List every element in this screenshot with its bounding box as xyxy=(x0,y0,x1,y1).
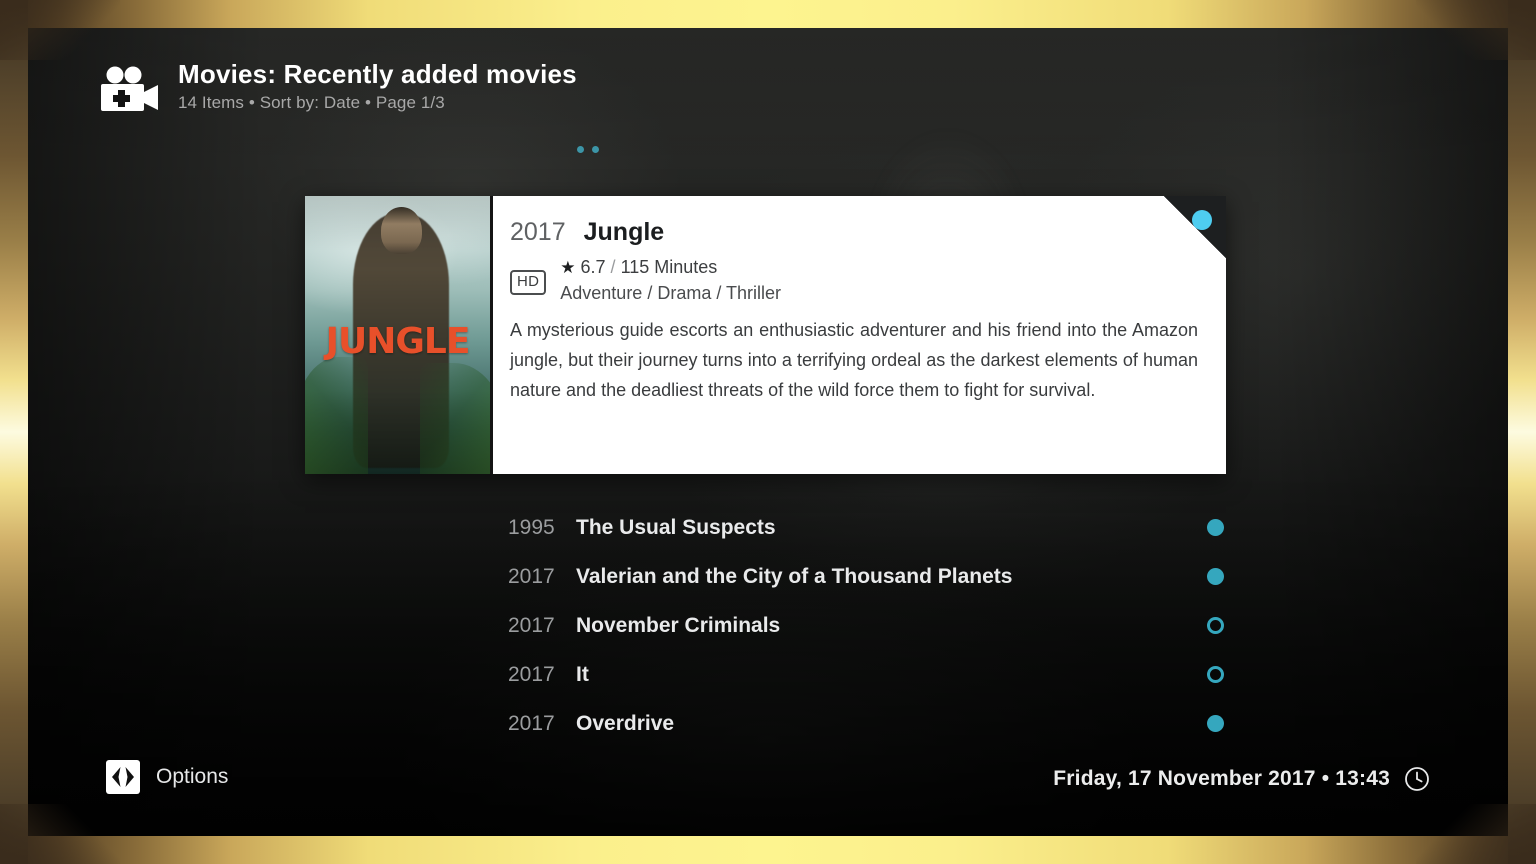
movie-genres: Adventure / Drama / Thriller xyxy=(560,283,782,303)
movie-info-panel: 2017 Jungle HD ★ 6.7 / 115 Minutes Adven… xyxy=(493,196,1226,474)
list-item[interactable]: 2017 Valerian and the City of a Thousand… xyxy=(508,552,1226,601)
watched-dot-hollow xyxy=(1206,617,1224,634)
poster-artwork: JUNGLE xyxy=(305,196,490,474)
bezel-left xyxy=(0,0,28,864)
list-item-year: 2017 xyxy=(508,662,555,686)
list-item-watched-indicator xyxy=(1204,568,1226,585)
app-viewport: Movies: Recently added movies 14 Items •… xyxy=(28,28,1508,836)
list-item[interactable]: 1995 The Usual Suspects xyxy=(508,503,1226,552)
movie-meta-row: HD ★ 6.7 / 115 Minutes Adventure / Drama… xyxy=(510,257,1202,304)
list-item-title: The Usual Suspects xyxy=(576,515,776,539)
list-item-watched-indicator xyxy=(1204,617,1226,634)
clock-widget: Friday, 17 November 2017 • 13:43 xyxy=(1053,766,1430,792)
rating-separator: / xyxy=(610,257,616,277)
movie-list: 1995 The Usual Suspects 2017 Valerian an… xyxy=(508,503,1226,748)
movie-camera-add-icon xyxy=(98,66,160,114)
watched-dot-filled xyxy=(1206,519,1224,536)
poster-shading xyxy=(305,196,490,474)
list-item-title: Valerian and the City of a Thousand Plan… xyxy=(576,564,1013,588)
page-title: Movies: Recently added movies xyxy=(178,59,577,89)
bezel-bottom xyxy=(0,836,1536,864)
movie-year: 2017 xyxy=(510,218,566,246)
movie-rating-value: 6.7 xyxy=(580,257,606,277)
movie-duration: 115 Minutes xyxy=(620,257,718,277)
datetime-text: Friday, 17 November 2017 • 13:43 xyxy=(1053,767,1390,790)
movie-title-row: 2017 Jungle xyxy=(510,218,1202,247)
watched-dot-hollow xyxy=(1206,666,1224,683)
bezel-right xyxy=(1508,0,1536,864)
scroll-dot xyxy=(592,146,599,153)
movie-title: Jungle xyxy=(583,218,665,246)
list-item-watched-indicator xyxy=(1204,715,1226,732)
list-item-year: 2017 xyxy=(508,564,555,588)
bezel-top xyxy=(0,0,1536,28)
list-item-year: 2017 xyxy=(508,711,555,735)
list-item[interactable]: 2017 November Criminals xyxy=(508,601,1226,650)
quality-badge: HD xyxy=(510,270,547,296)
star-icon: ★ xyxy=(560,257,576,277)
list-item-watched-indicator xyxy=(1204,666,1226,683)
watched-dot-filled xyxy=(1206,568,1224,585)
left-right-arrows-icon xyxy=(106,760,140,794)
options-label: Options xyxy=(156,765,229,788)
movie-poster[interactable]: JUNGLE xyxy=(305,196,493,474)
list-scroll-indicator xyxy=(577,146,599,153)
clock-icon xyxy=(1404,766,1430,792)
focused-movie-card[interactable]: JUNGLE 2017 Jungle HD ★ 6.7 xyxy=(305,196,1226,474)
list-item-title: It xyxy=(576,662,589,686)
list-item[interactable]: 2017 It xyxy=(508,650,1226,699)
watched-dot-filled xyxy=(1206,715,1224,732)
list-item-year: 1995 xyxy=(508,515,555,539)
movie-plot: A mysterious guide escorts an enthusiast… xyxy=(510,320,1198,400)
page-header: Movies: Recently added movies 14 Items •… xyxy=(98,59,577,114)
scroll-dot xyxy=(577,146,584,153)
movie-meta-lines: ★ 6.7 / 115 Minutes Adventure / Drama / … xyxy=(560,257,781,304)
list-item-title: Overdrive xyxy=(576,711,675,735)
list-item-year: 2017 xyxy=(508,613,555,637)
list-item[interactable]: 2017 Overdrive xyxy=(508,699,1226,748)
page-subtitle: 14 Items • Sort by: Date • Page 1/3 xyxy=(178,92,445,112)
list-item-watched-indicator xyxy=(1204,519,1226,536)
list-item-title: November Criminals xyxy=(576,613,781,637)
kodi-screen: Movies: Recently added movies 14 Items •… xyxy=(0,0,1536,864)
options-button[interactable]: Options xyxy=(106,760,228,794)
watched-status-badge xyxy=(1192,210,1212,230)
movie-rating-line: ★ 6.7 / 115 Minutes xyxy=(560,257,781,278)
